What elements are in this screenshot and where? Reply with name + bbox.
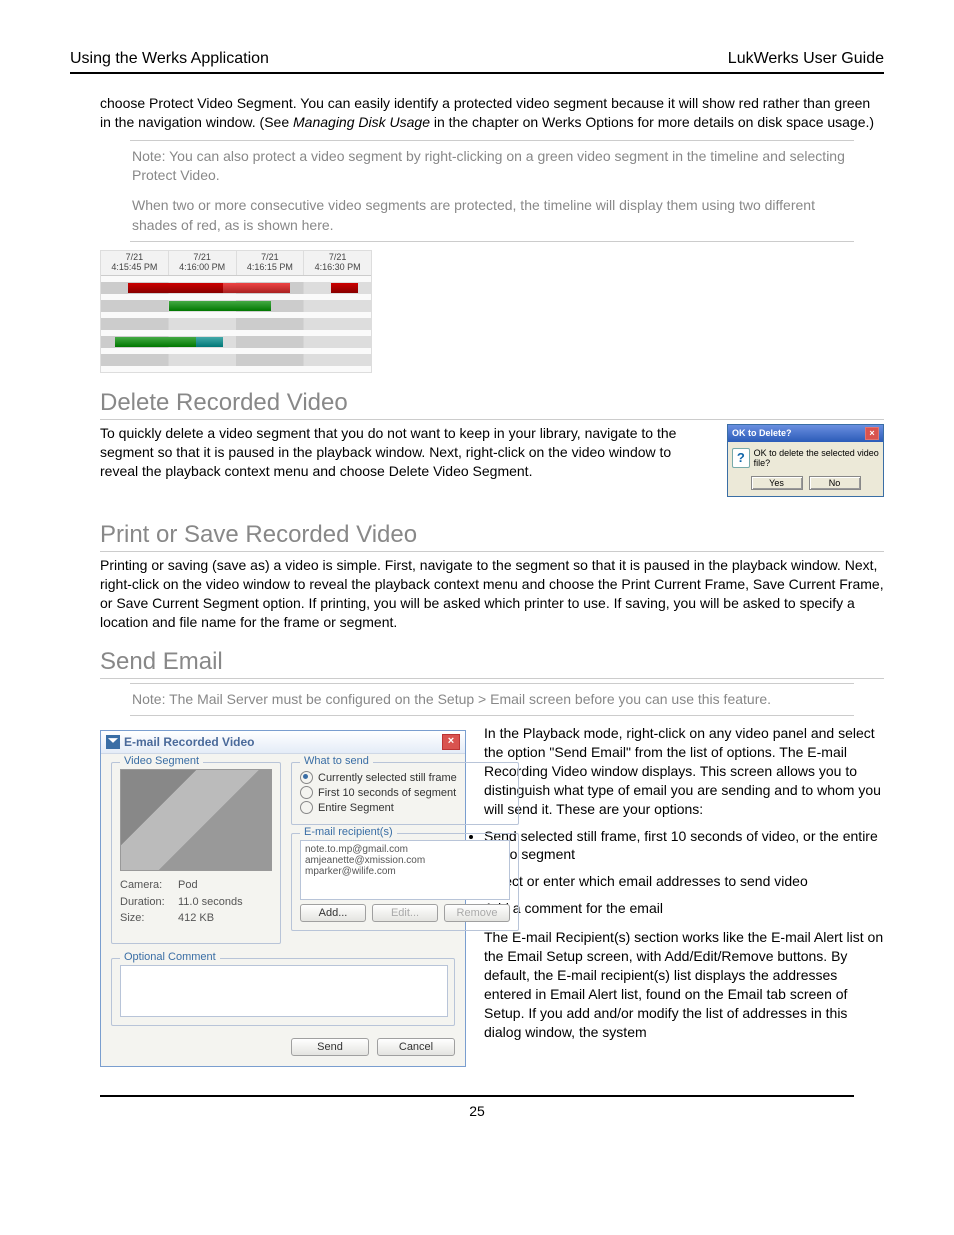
timeline-col-2: 7/21 4:16:15 PM <box>237 251 305 275</box>
group-video-segment: Video Segment <box>120 755 203 767</box>
comment-textarea[interactable] <box>120 965 448 1017</box>
footer-rule <box>100 1095 854 1097</box>
recipients-list[interactable]: note.to.mp@gmail.com amjeanette@xmission… <box>300 840 510 900</box>
duration-value: 11.0 seconds <box>178 896 243 908</box>
no-button[interactable]: No <box>809 476 861 490</box>
segment-red-3 <box>331 283 358 293</box>
delete-dialog-figure: OK to Delete? × ? OK to delete the selec… <box>727 424 884 497</box>
radio-first-10s[interactable]: First 10 seconds of segment <box>300 786 510 799</box>
email-window-title: E-mail Recorded Video <box>124 735 438 749</box>
camera-value: Pod <box>178 879 198 891</box>
yes-button[interactable]: Yes <box>751 476 803 490</box>
send-button[interactable]: Send <box>291 1038 369 1056</box>
page-number: 25 <box>70 1103 884 1119</box>
timeline-figure: 7/21 4:15:45 PM 7/21 4:16:00 PM 7/21 4:1… <box>100 250 372 373</box>
print-paragraph: Printing or saving (save as) a video is … <box>100 556 884 632</box>
edit-button[interactable]: Edit... <box>372 904 438 922</box>
page-header: Using the Werks Application LukWerks Use… <box>70 50 884 74</box>
group-optional-comment: Optional Comment <box>120 951 220 963</box>
group-what-to-send: What to send <box>300 755 373 767</box>
radio-icon <box>300 801 313 814</box>
cancel-button[interactable]: Cancel <box>377 1038 455 1056</box>
segment-teal-1 <box>196 337 223 347</box>
note-email-setup: Note: The Mail Server must be configured… <box>130 683 854 717</box>
radio-icon <box>300 786 313 799</box>
radio-still-frame[interactable]: Currently selected still frame <box>300 771 510 784</box>
timeline-col-0: 7/21 4:15:45 PM <box>101 251 169 275</box>
segment-red-1 <box>128 283 223 293</box>
segment-green-1 <box>169 301 272 311</box>
heading-print-save: Print or Save Recorded Video <box>100 521 884 552</box>
add-button[interactable]: Add... <box>300 904 366 922</box>
intro-paragraph: choose Protect Video Segment. You can ea… <box>100 94 884 132</box>
radio-entire-segment[interactable]: Entire Segment <box>300 801 510 814</box>
radio-icon <box>300 771 313 784</box>
email-icon <box>106 735 120 749</box>
dialog-title: OK to Delete? <box>732 428 792 438</box>
segment-green-2 <box>115 337 196 347</box>
size-value: 412 KB <box>178 912 214 924</box>
heading-delete-recorded-video: Delete Recorded Video <box>100 389 884 420</box>
timeline-col-3: 7/21 4:16:30 PM <box>304 251 371 275</box>
video-thumbnail <box>120 769 272 871</box>
header-left: Using the Werks Application <box>70 50 269 68</box>
heading-send-email: Send Email <box>100 648 884 679</box>
group-recipients: E-mail recipient(s) <box>300 826 397 838</box>
dialog-message: OK to delete the selected video file? <box>754 448 879 468</box>
timeline-col-1: 7/21 4:16:00 PM <box>169 251 237 275</box>
segment-red-2 <box>223 283 291 293</box>
question-icon: ? <box>732 448 750 468</box>
close-icon[interactable]: × <box>442 734 460 750</box>
delete-paragraph: To quickly delete a video segment that y… <box>100 424 704 481</box>
header-right: LukWerks User Guide <box>728 50 884 68</box>
email-window-figure: E-mail Recorded Video × Video Segment Ca… <box>100 730 466 1067</box>
close-icon[interactable]: × <box>865 427 879 440</box>
note-protect-video: Note: You can also protect a video segme… <box>130 140 854 242</box>
remove-button[interactable]: Remove <box>444 904 510 922</box>
